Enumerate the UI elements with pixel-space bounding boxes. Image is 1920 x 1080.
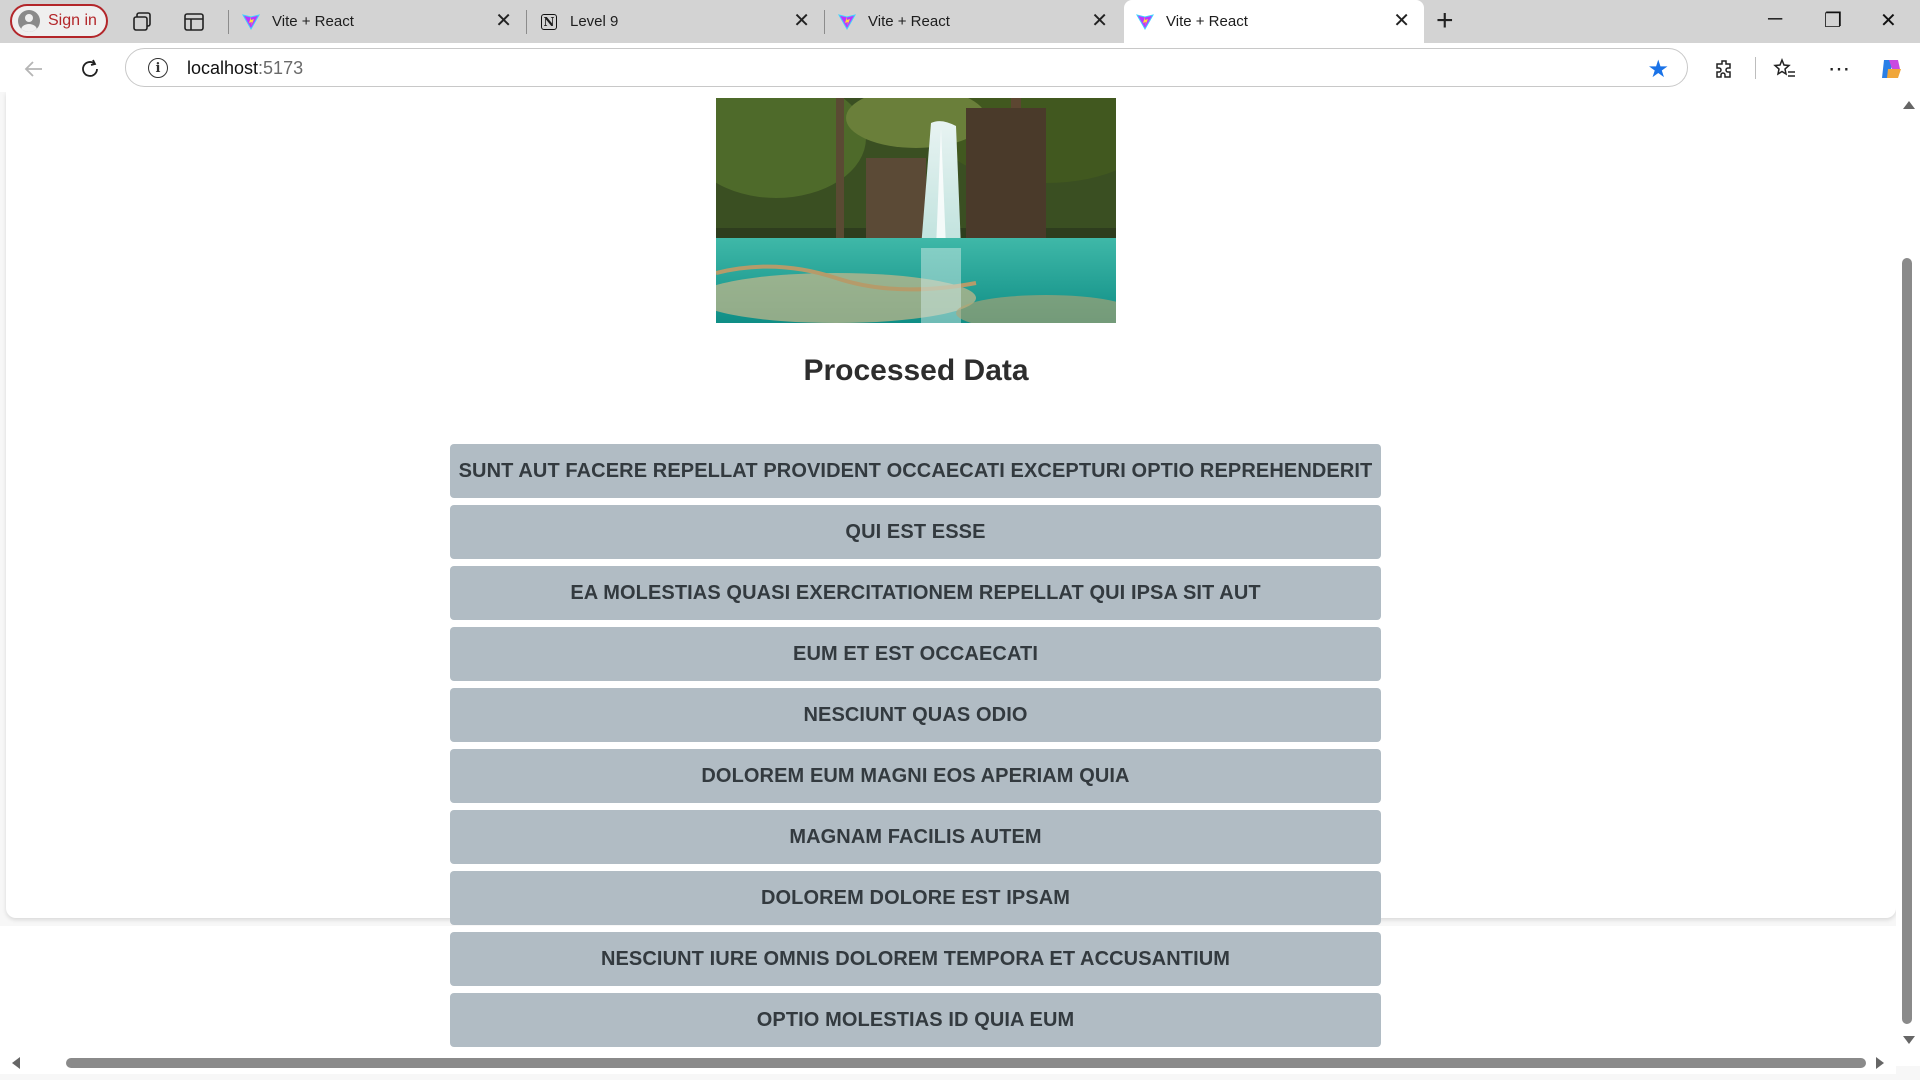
close-icon[interactable]: ✕: [793, 11, 810, 31]
tab-separator: [824, 10, 825, 34]
vite-icon: [242, 13, 260, 31]
waterfall-image: [716, 98, 1116, 323]
tab-2[interactable]: N Level 9 ✕: [526, 0, 824, 43]
restore-icon[interactable]: ❐: [1824, 8, 1842, 33]
page-viewport: Processed Data SUNT AUT FACERE REPELLAT …: [0, 92, 1920, 1080]
vertical-scrollbar[interactable]: [1896, 92, 1920, 1066]
tab-4-active[interactable]: Vite + React ✕: [1124, 0, 1424, 43]
list-item[interactable]: DOLOREM DOLORE EST IPSAM: [450, 871, 1381, 925]
sign-in-button[interactable]: Sign in: [10, 4, 108, 38]
tab-separator: [526, 10, 527, 34]
vertical-tabs-icon[interactable]: [180, 8, 208, 36]
scroll-left-icon[interactable]: [12, 1057, 20, 1069]
sign-in-label: Sign in: [48, 12, 97, 29]
back-arrow-icon[interactable]: [18, 53, 50, 85]
copilot-icon[interactable]: [1877, 55, 1905, 83]
site-info-icon[interactable]: i: [148, 58, 168, 78]
list-item[interactable]: NESCIUNT QUAS ODIO: [450, 688, 1381, 742]
processed-data-list: SUNT AUT FACERE REPELLAT PROVIDENT OCCAE…: [450, 444, 1381, 1054]
scroll-up-icon[interactable]: [1903, 101, 1915, 109]
minimize-icon[interactable]: ─: [1768, 8, 1782, 31]
more-menu-icon[interactable]: ⋯: [1825, 55, 1853, 83]
new-tab-icon[interactable]: +: [1436, 6, 1454, 36]
tab-title: Level 9: [570, 13, 619, 30]
list-item[interactable]: QUI EST ESSE: [450, 505, 1381, 559]
tab-title: Vite + React: [868, 13, 950, 30]
toolbar-separator: [1755, 57, 1756, 79]
address-bar[interactable]: i localhost:5173 ★: [125, 48, 1688, 87]
workspaces-icon[interactable]: [128, 8, 156, 36]
avatar-icon: [18, 10, 40, 32]
tab-separator: [228, 10, 229, 34]
browser-toolbar: i localhost:5173 ★ ⋯: [0, 43, 1920, 92]
tab-1[interactable]: Vite + React ✕: [228, 0, 526, 43]
scroll-right-icon[interactable]: [1876, 1057, 1884, 1069]
list-item[interactable]: EA MOLESTIAS QUASI EXERCITATIONEM REPELL…: [450, 566, 1381, 620]
vite-icon: [838, 13, 856, 31]
favorites-icon[interactable]: [1771, 55, 1799, 83]
tab-strip: Sign in Vite + React ✕ N Level 9 ✕ Vite …: [0, 0, 1920, 43]
window-close-icon[interactable]: ✕: [1880, 8, 1897, 33]
url-text: localhost:5173: [187, 58, 304, 78]
notion-icon: N: [540, 13, 558, 31]
close-icon[interactable]: ✕: [495, 11, 512, 31]
horizontal-scrollbar[interactable]: [0, 1052, 1896, 1074]
scroll-down-icon[interactable]: [1903, 1036, 1915, 1044]
scrollbar-thumb[interactable]: [66, 1058, 1866, 1068]
reload-icon[interactable]: [74, 53, 106, 85]
close-icon[interactable]: ✕: [1091, 11, 1108, 31]
close-icon[interactable]: ✕: [1393, 11, 1410, 31]
list-item[interactable]: OPTIO MOLESTIAS ID QUIA EUM: [450, 993, 1381, 1047]
list-item[interactable]: MAGNAM FACILIS AUTEM: [450, 810, 1381, 864]
favorite-star-icon[interactable]: ★: [1647, 55, 1669, 84]
vite-icon: [1136, 13, 1154, 31]
list-item[interactable]: DOLOREM EUM MAGNI EOS APERIAM QUIA: [450, 749, 1381, 803]
list-item[interactable]: EUM ET EST OCCAECATI: [450, 627, 1381, 681]
tab-title: Vite + React: [1166, 13, 1248, 30]
tab-3[interactable]: Vite + React ✕: [824, 0, 1122, 43]
list-item[interactable]: SUNT AUT FACERE REPELLAT PROVIDENT OCCAE…: [450, 444, 1381, 498]
tab-title: Vite + React: [272, 13, 354, 30]
extensions-icon[interactable]: [1711, 55, 1739, 83]
list-item[interactable]: NESCIUNT IURE OMNIS DOLOREM TEMPORA ET A…: [450, 932, 1381, 986]
page-title: Processed Data: [803, 354, 1029, 387]
scrollbar-thumb[interactable]: [1902, 258, 1912, 1024]
